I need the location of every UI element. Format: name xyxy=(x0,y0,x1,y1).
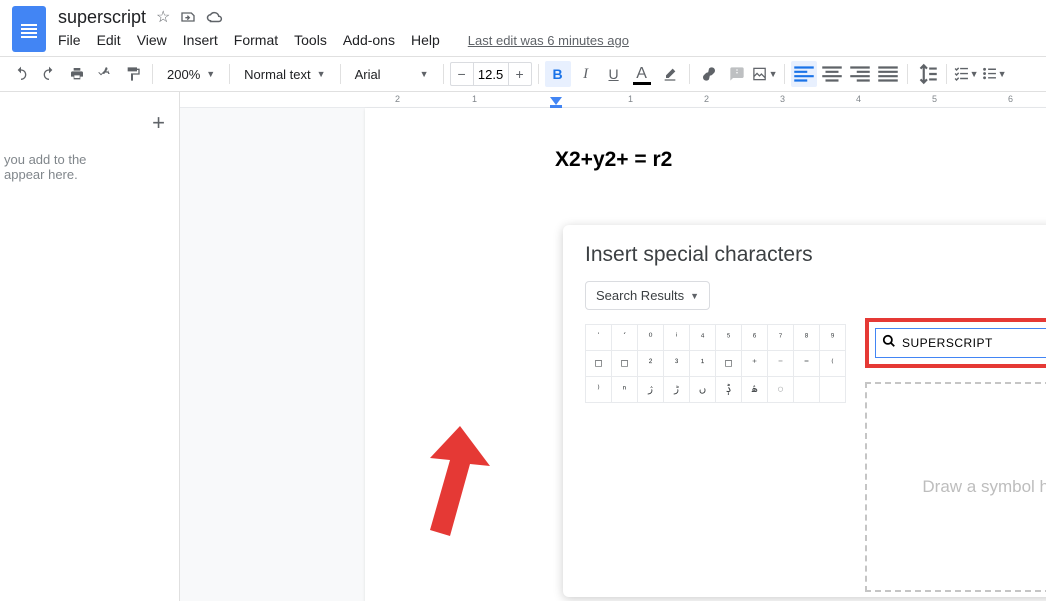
font-dropdown[interactable]: Arial▼ xyxy=(347,61,437,87)
font-size-increase[interactable]: + xyxy=(509,66,531,82)
bold-button[interactable]: B xyxy=(545,61,571,87)
ruler-mark: 2 xyxy=(704,94,709,104)
document-text[interactable]: X2+y2+ = r2 xyxy=(555,148,1046,172)
align-right-button[interactable] xyxy=(847,61,873,87)
menu-tools[interactable]: Tools xyxy=(294,32,327,48)
header-titles: superscript ☆ File Edit View Insert Form… xyxy=(58,6,629,48)
italic-button[interactable]: I xyxy=(573,61,599,87)
line-spacing-button[interactable] xyxy=(914,61,940,87)
search-box[interactable] xyxy=(875,328,1046,358)
document-title[interactable]: superscript xyxy=(58,7,146,28)
character-cell[interactable] xyxy=(820,377,846,403)
move-icon[interactable] xyxy=(180,9,196,25)
menu-format[interactable]: Format xyxy=(234,32,278,48)
character-cell[interactable]: ² xyxy=(638,351,664,377)
character-cell[interactable]: ◻ xyxy=(612,351,638,377)
dialog-title: Insert special characters xyxy=(585,243,1046,267)
character-cell[interactable]: ⁱ xyxy=(664,325,690,351)
character-cell[interactable]: ⁰ xyxy=(638,325,664,351)
ruler-mark: 1 xyxy=(472,94,477,104)
ruler-mark: 5 xyxy=(932,94,937,104)
draw-symbol-area[interactable]: Draw a symbol here xyxy=(865,382,1046,592)
character-cell[interactable]: ³ xyxy=(664,351,690,377)
align-justify-button[interactable] xyxy=(875,61,901,87)
character-cell[interactable]: ⁵ xyxy=(716,325,742,351)
print-button[interactable] xyxy=(64,61,90,87)
font-size-value[interactable]: 12.5 xyxy=(473,63,509,85)
character-cell[interactable]: ⁻ xyxy=(768,351,794,377)
character-cell[interactable]: ⁼ xyxy=(794,351,820,377)
ruler-mark: 3 xyxy=(780,94,785,104)
character-cell[interactable]: ⁶ xyxy=(742,325,768,351)
cloud-status-icon[interactable] xyxy=(206,10,224,24)
character-cell[interactable]: ⁹ xyxy=(820,325,846,351)
ruler-mark: 2 xyxy=(395,94,400,104)
text-color-button[interactable]: A xyxy=(629,61,655,87)
search-highlight-annotation xyxy=(865,318,1046,368)
category-dropdown[interactable]: Search Results▼ xyxy=(585,281,710,310)
character-cell[interactable]: ◻ xyxy=(716,351,742,377)
last-edit-link[interactable]: Last edit was 6 minutes ago xyxy=(468,33,629,48)
docs-logo-icon[interactable] xyxy=(12,6,46,52)
menu-edit[interactable]: Edit xyxy=(97,32,121,48)
character-cell[interactable]: ˊ xyxy=(612,325,638,351)
menu-file[interactable]: File xyxy=(58,32,81,48)
draw-hint-text: Draw a symbol here xyxy=(922,477,1046,497)
highlight-button[interactable] xyxy=(657,61,683,87)
bullet-list-button[interactable]: ▼ xyxy=(981,61,1007,87)
character-cell[interactable]: ⁸ xyxy=(794,325,820,351)
character-cell[interactable] xyxy=(794,377,820,403)
character-cell[interactable]: ں xyxy=(690,377,716,403)
character-cell[interactable]: ◻ xyxy=(586,351,612,377)
spellcheck-button[interactable] xyxy=(92,61,118,87)
ruler-mark: 4 xyxy=(856,94,861,104)
insert-image-button[interactable]: ▼ xyxy=(752,61,778,87)
character-cell[interactable]: ۿ xyxy=(742,377,768,403)
ruler[interactable]: 2112345678 xyxy=(180,92,1046,108)
search-icon xyxy=(882,334,896,353)
style-dropdown[interactable]: Normal text▼ xyxy=(236,61,333,87)
outline-hint: you add to the appear here. xyxy=(4,152,165,182)
character-cell[interactable]: ژ xyxy=(638,377,664,403)
add-comment-button[interactable] xyxy=(724,61,750,87)
special-characters-dialog: ✕ Insert special characters Search Resul… xyxy=(563,225,1046,597)
menu-addons[interactable]: Add-ons xyxy=(343,32,395,48)
character-cell[interactable]: ⁿ xyxy=(612,377,638,403)
star-icon[interactable]: ☆ xyxy=(156,7,170,27)
checklist-button[interactable]: ▼ xyxy=(953,61,979,87)
character-cell[interactable]: ⁺ xyxy=(742,351,768,377)
insert-link-button[interactable] xyxy=(696,61,722,87)
font-size-decrease[interactable]: − xyxy=(451,66,473,82)
ruler-mark: 6 xyxy=(1008,94,1013,104)
add-outline-button[interactable]: + xyxy=(152,110,165,136)
menu-help[interactable]: Help xyxy=(411,32,440,48)
zoom-dropdown[interactable]: 200%▼ xyxy=(159,61,223,87)
outline-sidebar: + you add to the appear here. xyxy=(0,92,180,601)
font-size-control: − 12.5 + xyxy=(450,62,532,86)
search-input[interactable] xyxy=(902,336,1046,350)
paint-format-button[interactable] xyxy=(120,61,146,87)
align-left-button[interactable] xyxy=(791,61,817,87)
character-cell[interactable]: ⁽ xyxy=(820,351,846,377)
header: superscript ☆ File Edit View Insert Form… xyxy=(0,0,1046,56)
character-grid: ˈˊ⁰ⁱ⁴⁵⁶⁷⁸⁹◻◻²³¹◻⁺⁻⁼⁽⁾ⁿژڑںݙۿ◌ xyxy=(585,324,847,592)
menu-insert[interactable]: Insert xyxy=(183,32,218,48)
underline-button[interactable]: U xyxy=(601,61,627,87)
character-cell[interactable]: ◌ xyxy=(768,377,794,403)
redo-button[interactable] xyxy=(36,61,62,87)
align-center-button[interactable] xyxy=(819,61,845,87)
menu-view[interactable]: View xyxy=(137,32,167,48)
character-cell[interactable]: ⁴ xyxy=(690,325,716,351)
toolbar: 200%▼ Normal text▼ Arial▼ − 12.5 + B I U… xyxy=(0,56,1046,92)
character-cell[interactable]: ⁷ xyxy=(768,325,794,351)
menu-bar: File Edit View Insert Format Tools Add-o… xyxy=(58,32,629,48)
character-cell[interactable]: ˈ xyxy=(586,325,612,351)
character-cell[interactable]: ⁾ xyxy=(586,377,612,403)
undo-button[interactable] xyxy=(8,61,34,87)
ruler-mark: 1 xyxy=(628,94,633,104)
character-cell[interactable]: ݙ xyxy=(716,377,742,403)
character-cell[interactable]: ڑ xyxy=(664,377,690,403)
character-cell[interactable]: ¹ xyxy=(690,351,716,377)
